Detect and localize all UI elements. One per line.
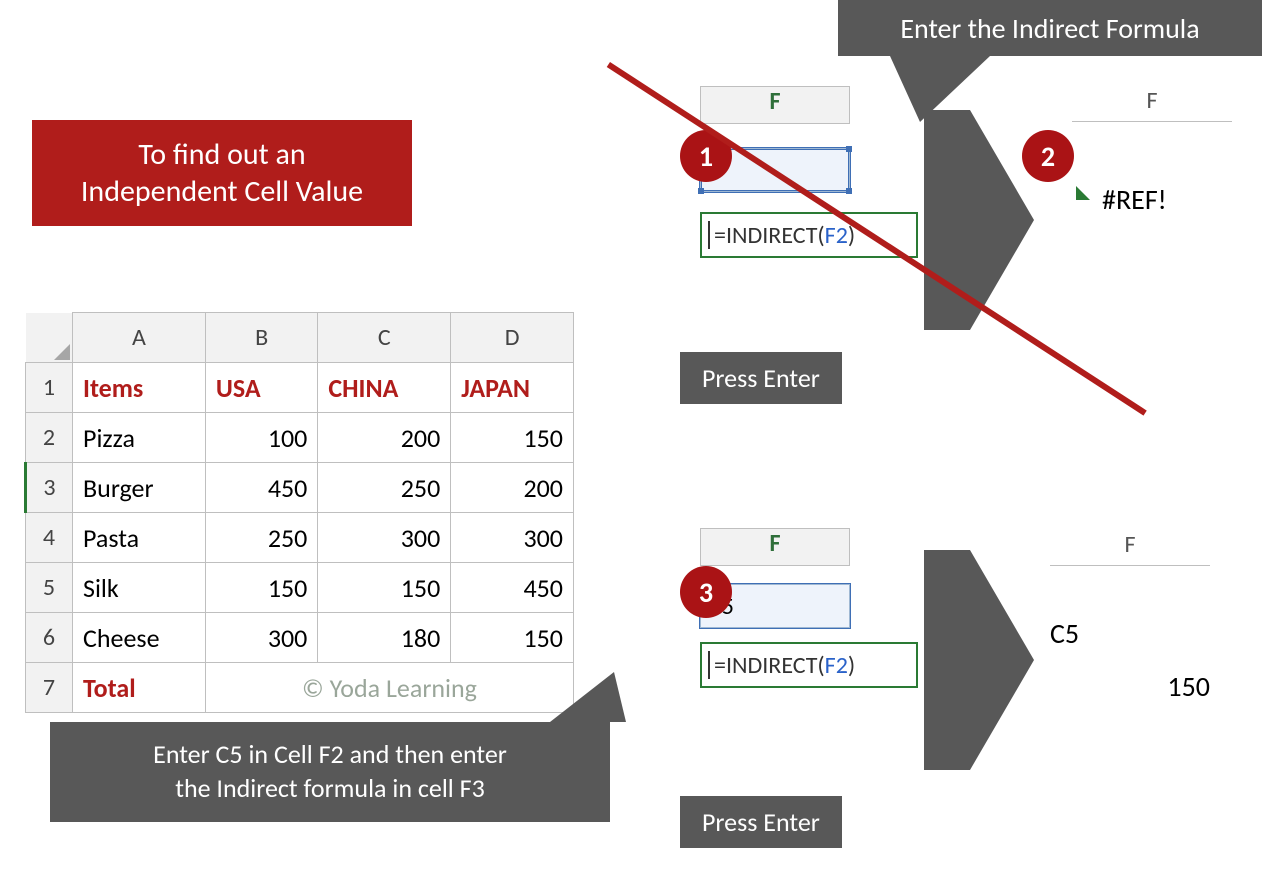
frag4-col-header-F[interactable]: F xyxy=(1050,530,1210,566)
step-badge-3: 3 xyxy=(680,566,732,618)
spreadsheet-table: A B C D 1 Items USA CHINA JAPAN 2 Pizza … xyxy=(24,312,574,713)
cell-B3[interactable]: 450 xyxy=(205,463,317,513)
callout-enter-indirect: Enter the Indirect Formula xyxy=(838,0,1262,56)
row-header-5[interactable]: 5 xyxy=(26,563,73,613)
fragment-step3: F C5 =INDIRECT(F2) xyxy=(700,528,918,688)
callout-c5-line1: Enter C5 in Cell F2 and then enter xyxy=(153,738,507,772)
cell-C6[interactable]: 180 xyxy=(318,613,451,663)
spreadsheet-main: A B C D 1 Items USA CHINA JAPAN 2 Pizza … xyxy=(24,312,574,713)
frag3-col-header-F[interactable]: F xyxy=(700,528,850,566)
col-header-B[interactable]: B xyxy=(205,313,317,363)
watermark: © Yoda Learning xyxy=(205,663,573,713)
fragment-step1: F =INDIRECT(F2) xyxy=(700,86,918,258)
cell-C4[interactable]: 300 xyxy=(318,513,451,563)
frag3-formula-eq: =INDIRECT( xyxy=(714,651,825,680)
text-cursor-icon xyxy=(708,651,710,679)
cell-D3[interactable]: 200 xyxy=(451,463,574,513)
cell-C1[interactable]: CHINA xyxy=(318,363,451,413)
frag1-formula-arg: F2 xyxy=(825,221,848,250)
callout-c5-line2: the Indirect formula in cell F3 xyxy=(153,772,507,806)
cell-D1[interactable]: JAPAN xyxy=(451,363,574,413)
cell-C2[interactable]: 200 xyxy=(318,413,451,463)
title-red-line1: To find out an xyxy=(138,136,305,174)
title-red-line2: Independent Cell Value xyxy=(81,173,363,211)
row-header-4[interactable]: 4 xyxy=(26,513,73,563)
callout-enter-indirect-text: Enter the Indirect Formula xyxy=(900,11,1199,46)
col-header-A[interactable]: A xyxy=(73,313,206,363)
col-header-C[interactable]: C xyxy=(318,313,451,363)
cell-A5[interactable]: Silk xyxy=(73,563,206,613)
frag2-col-header-F[interactable]: F xyxy=(1072,86,1232,122)
cell-B1[interactable]: USA xyxy=(205,363,317,413)
row-header-6[interactable]: 6 xyxy=(26,613,73,663)
fragment-step2: F #REF! xyxy=(1072,86,1232,217)
frag3-cell-F3-formula[interactable]: =INDIRECT(F2) xyxy=(700,642,918,688)
row-header-7[interactable]: 7 xyxy=(26,663,73,713)
cell-C3[interactable]: 250 xyxy=(318,463,451,513)
cell-D2[interactable]: 150 xyxy=(451,413,574,463)
cell-B6[interactable]: 300 xyxy=(205,613,317,663)
frag1-col-header-F[interactable]: F xyxy=(700,86,850,124)
cell-A2[interactable]: Pizza xyxy=(73,413,206,463)
press-enter-2: Press Enter xyxy=(680,796,842,848)
cell-D5[interactable]: 450 xyxy=(451,563,574,613)
frag4-cell-F3-result[interactable]: 150 xyxy=(1050,669,1210,704)
cell-A7[interactable]: Total xyxy=(73,663,206,713)
cell-D6[interactable]: 150 xyxy=(451,613,574,663)
cell-D4[interactable]: 300 xyxy=(451,513,574,563)
col-header-D[interactable]: D xyxy=(451,313,574,363)
title-red-box: To find out an Independent Cell Value xyxy=(32,120,412,226)
cell-B4[interactable]: 250 xyxy=(205,513,317,563)
step-badge-2: 2 xyxy=(1022,130,1074,182)
cell-C5[interactable]: 150 xyxy=(318,563,451,613)
text-cursor-icon xyxy=(708,221,710,249)
select-all-cell[interactable] xyxy=(26,313,73,363)
frag2-ref-error[interactable]: #REF! xyxy=(1072,182,1232,217)
cell-A1[interactable]: Items xyxy=(73,363,206,413)
cell-B2[interactable]: 100 xyxy=(205,413,317,463)
fragment-result: F C5 150 xyxy=(1050,530,1210,704)
frag1-formula-eq: =INDIRECT( xyxy=(714,221,825,250)
frag1-cell-F3-formula[interactable]: =INDIRECT(F2) xyxy=(700,212,918,258)
cell-B5[interactable]: 150 xyxy=(205,563,317,613)
frag4-cell-F2-value[interactable]: C5 xyxy=(1050,616,1210,651)
callout-c5-pointer xyxy=(550,672,626,722)
cell-A4[interactable]: Pasta xyxy=(73,513,206,563)
cell-A3[interactable]: Burger xyxy=(73,463,206,513)
row-header-2[interactable]: 2 xyxy=(26,413,73,463)
callout-c5: Enter C5 in Cell F2 and then enter the I… xyxy=(50,722,610,822)
arrow-step3-to-result-icon xyxy=(970,550,1034,770)
row-header-1[interactable]: 1 xyxy=(26,363,73,413)
frag3-formula-close: ) xyxy=(848,651,855,680)
cell-A6[interactable]: Cheese xyxy=(73,613,206,663)
row-header-3[interactable]: 3 xyxy=(26,463,73,513)
press-enter-1: Press Enter xyxy=(680,352,842,404)
frag3-formula-arg: F2 xyxy=(825,651,848,680)
